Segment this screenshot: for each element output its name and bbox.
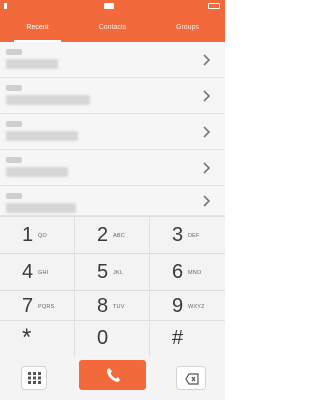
key-9[interactable]: 9 WXYZ xyxy=(150,291,225,321)
dialpad-bottom-row: * 0 # xyxy=(0,320,225,358)
signal-icon xyxy=(4,3,7,9)
call-button[interactable] xyxy=(79,360,146,390)
list-item[interactable] xyxy=(0,78,225,114)
blurred-name xyxy=(6,193,22,199)
chevron-right-icon[interactable] xyxy=(202,89,211,103)
key-7[interactable]: 7 PQRS xyxy=(0,291,75,321)
tab-label: Recent xyxy=(26,24,49,31)
key-digit: 5 xyxy=(97,261,109,283)
key-digit: 6 xyxy=(172,261,184,283)
blurred-detail xyxy=(6,95,90,105)
key-digit: 3 xyxy=(172,224,184,246)
key-digit: 8 xyxy=(97,295,109,317)
key-hash[interactable]: # xyxy=(150,321,225,358)
blurred-detail xyxy=(6,203,76,213)
key-letters: QO xyxy=(38,233,47,239)
key-letters: WXYZ xyxy=(188,304,205,310)
blurred-detail xyxy=(6,131,78,141)
dialpad-toggle-button[interactable] xyxy=(21,366,47,390)
key-4[interactable]: 4 GHI xyxy=(0,254,75,291)
blurred-name xyxy=(6,157,22,163)
key-digit: 2 xyxy=(97,224,109,246)
key-digit: 0 xyxy=(97,327,109,349)
key-digit: 7 xyxy=(22,295,34,317)
key-3[interactable]: 3 DEF xyxy=(150,217,225,254)
key-digit: 1 xyxy=(22,224,34,246)
blurred-name xyxy=(6,121,22,127)
top-bar: Recent Contacts Groups xyxy=(0,0,225,42)
grid-icon xyxy=(28,372,41,384)
chevron-right-icon[interactable] xyxy=(202,194,211,208)
tab-groups[interactable]: Groups xyxy=(150,15,225,42)
key-letters: JKL xyxy=(113,270,124,276)
notification-icon xyxy=(104,3,114,9)
bottom-action-bar xyxy=(0,357,225,400)
key-8[interactable]: 8 TUV xyxy=(75,291,150,321)
key-digit: 9 xyxy=(172,295,184,317)
status-bar xyxy=(0,0,225,15)
tab-label: Contacts xyxy=(98,24,127,31)
key-0[interactable]: 0 xyxy=(75,321,150,358)
key-1[interactable]: 1 QO xyxy=(0,217,75,254)
dialpad: 1 QO 2 ABC 3 DEF 4 GHI 5 JKL 6 MNO 7 PQR… xyxy=(0,216,225,321)
key-digit: 4 xyxy=(22,261,34,283)
blurred-name xyxy=(6,85,22,91)
delete-button[interactable] xyxy=(176,366,206,390)
list-item[interactable] xyxy=(0,186,225,216)
key-star[interactable]: * xyxy=(0,321,75,358)
chevron-right-icon[interactable] xyxy=(202,53,211,67)
chevron-right-icon[interactable] xyxy=(202,161,211,175)
key-letters: PQRS xyxy=(38,304,55,310)
tab-label: Groups xyxy=(176,24,199,31)
key-2[interactable]: 2 ABC xyxy=(75,217,150,254)
list-item[interactable] xyxy=(0,114,225,150)
blurred-detail xyxy=(6,167,68,177)
key-letters: TUV xyxy=(113,304,125,310)
tab-recent[interactable]: Recent xyxy=(0,15,75,42)
key-digit: # xyxy=(172,327,184,349)
backspace-icon xyxy=(185,373,199,385)
key-6[interactable]: 6 MNO xyxy=(150,254,225,291)
tab-bar: Recent Contacts Groups xyxy=(0,15,225,42)
battery-icon xyxy=(208,3,220,9)
key-letters: GHI xyxy=(38,270,49,276)
list-item[interactable] xyxy=(0,150,225,186)
recent-calls-list xyxy=(0,42,225,216)
blurred-detail xyxy=(6,59,58,69)
list-item[interactable] xyxy=(0,42,225,78)
key-letters: MNO xyxy=(188,270,202,276)
key-letters: ABC xyxy=(113,233,125,239)
phone-icon xyxy=(107,368,120,382)
tab-contacts[interactable]: Contacts xyxy=(75,15,150,42)
chevron-right-icon[interactable] xyxy=(202,125,211,139)
blurred-name xyxy=(6,49,22,55)
key-digit: * xyxy=(22,324,32,351)
key-letters: DEF xyxy=(188,233,200,239)
key-5[interactable]: 5 JKL xyxy=(75,254,150,291)
